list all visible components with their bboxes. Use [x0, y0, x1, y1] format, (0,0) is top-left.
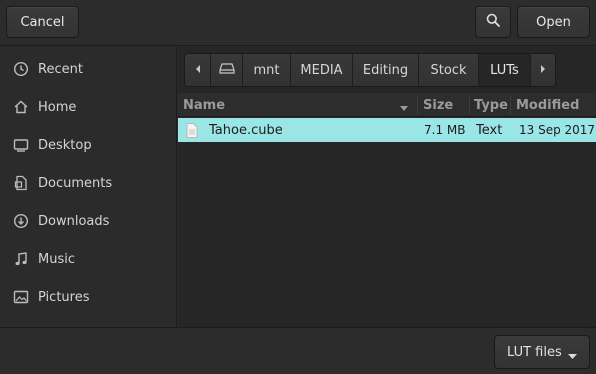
sidebar-item-desktop[interactable]: Desktop: [0, 126, 176, 164]
chevron-down-icon: [567, 349, 578, 364]
sidebar-item-home[interactable]: Home: [0, 88, 176, 126]
sidebar-item-label: Recent: [38, 61, 83, 77]
sidebar-item-recent[interactable]: Recent: [0, 50, 176, 88]
download-icon: [12, 212, 30, 230]
sidebar-item-label: Desktop: [38, 137, 92, 153]
file-size: 7.1 MB: [424, 123, 466, 137]
sidebar-item-label: Downloads: [38, 213, 110, 229]
column-separator: [510, 96, 511, 114]
path-crumb-media[interactable]: MEDIA: [291, 54, 353, 86]
file-browser: mnt MEDIA Editing Stock LUTs Name Size T…: [178, 47, 596, 327]
drive-icon: [218, 62, 235, 78]
table-row[interactable]: Tahoe.cube 7.1 MB Text 13 Sep 2017: [178, 118, 596, 142]
path-crumb-stock[interactable]: Stock: [419, 54, 479, 86]
path-back-button[interactable]: [185, 54, 211, 86]
chevron-left-icon: [194, 63, 202, 78]
desktop-icon: [12, 136, 30, 154]
column-header-modified[interactable]: Modified: [516, 93, 579, 117]
header-bar: Cancel Open: [0, 0, 596, 46]
path-bar: mnt MEDIA Editing Stock LUTs: [184, 53, 556, 87]
drive-button[interactable]: [211, 54, 243, 86]
column-separator: [469, 96, 470, 114]
sidebar-item-music[interactable]: Music: [0, 240, 176, 278]
file-list-header: Name Size Type Modified: [178, 93, 596, 117]
filter-label: LUT files: [507, 344, 562, 360]
places-sidebar: Recent Home Desktop Documents Downloads …: [0, 47, 177, 327]
file-modified: 13 Sep 2017: [519, 123, 596, 137]
search-icon: [486, 13, 500, 31]
sidebar-item-downloads[interactable]: Downloads: [0, 202, 176, 240]
clock-icon: [12, 60, 30, 78]
sidebar-item-pictures[interactable]: Pictures: [0, 278, 176, 316]
file-filter-dropdown[interactable]: LUT files: [494, 335, 590, 369]
sidebar-item-label: Pictures: [38, 289, 90, 305]
music-icon: [12, 250, 30, 268]
chevron-right-icon: [539, 63, 547, 78]
file-type: Text: [476, 122, 503, 138]
sidebar-item-documents[interactable]: Documents: [0, 164, 176, 202]
document-icon: [12, 174, 30, 192]
sidebar-item-label: Documents: [38, 175, 113, 191]
path-crumb-editing[interactable]: Editing: [353, 54, 419, 86]
search-button[interactable]: [475, 6, 511, 38]
path-forward-button[interactable]: [531, 54, 555, 86]
sidebar-item-label: Home: [38, 99, 77, 115]
home-icon: [12, 98, 30, 116]
column-header-type[interactable]: Type: [474, 93, 508, 117]
column-header-size[interactable]: Size: [423, 93, 453, 117]
path-crumb-luts[interactable]: LUTs: [479, 54, 531, 86]
column-name-label: Name: [183, 97, 226, 113]
path-crumb-mnt[interactable]: mnt: [243, 54, 291, 86]
file-name: Tahoe.cube: [209, 122, 283, 138]
sort-down-icon: [399, 101, 409, 116]
column-separator: [417, 96, 418, 114]
picture-icon: [12, 288, 30, 306]
footer-bar: LUT files: [0, 327, 596, 374]
text-file-icon: [186, 118, 198, 142]
column-header-name[interactable]: Name: [183, 93, 413, 117]
sidebar-item-label: Music: [38, 251, 75, 267]
open-button[interactable]: Open: [517, 6, 590, 38]
cancel-button[interactable]: Cancel: [6, 6, 79, 38]
